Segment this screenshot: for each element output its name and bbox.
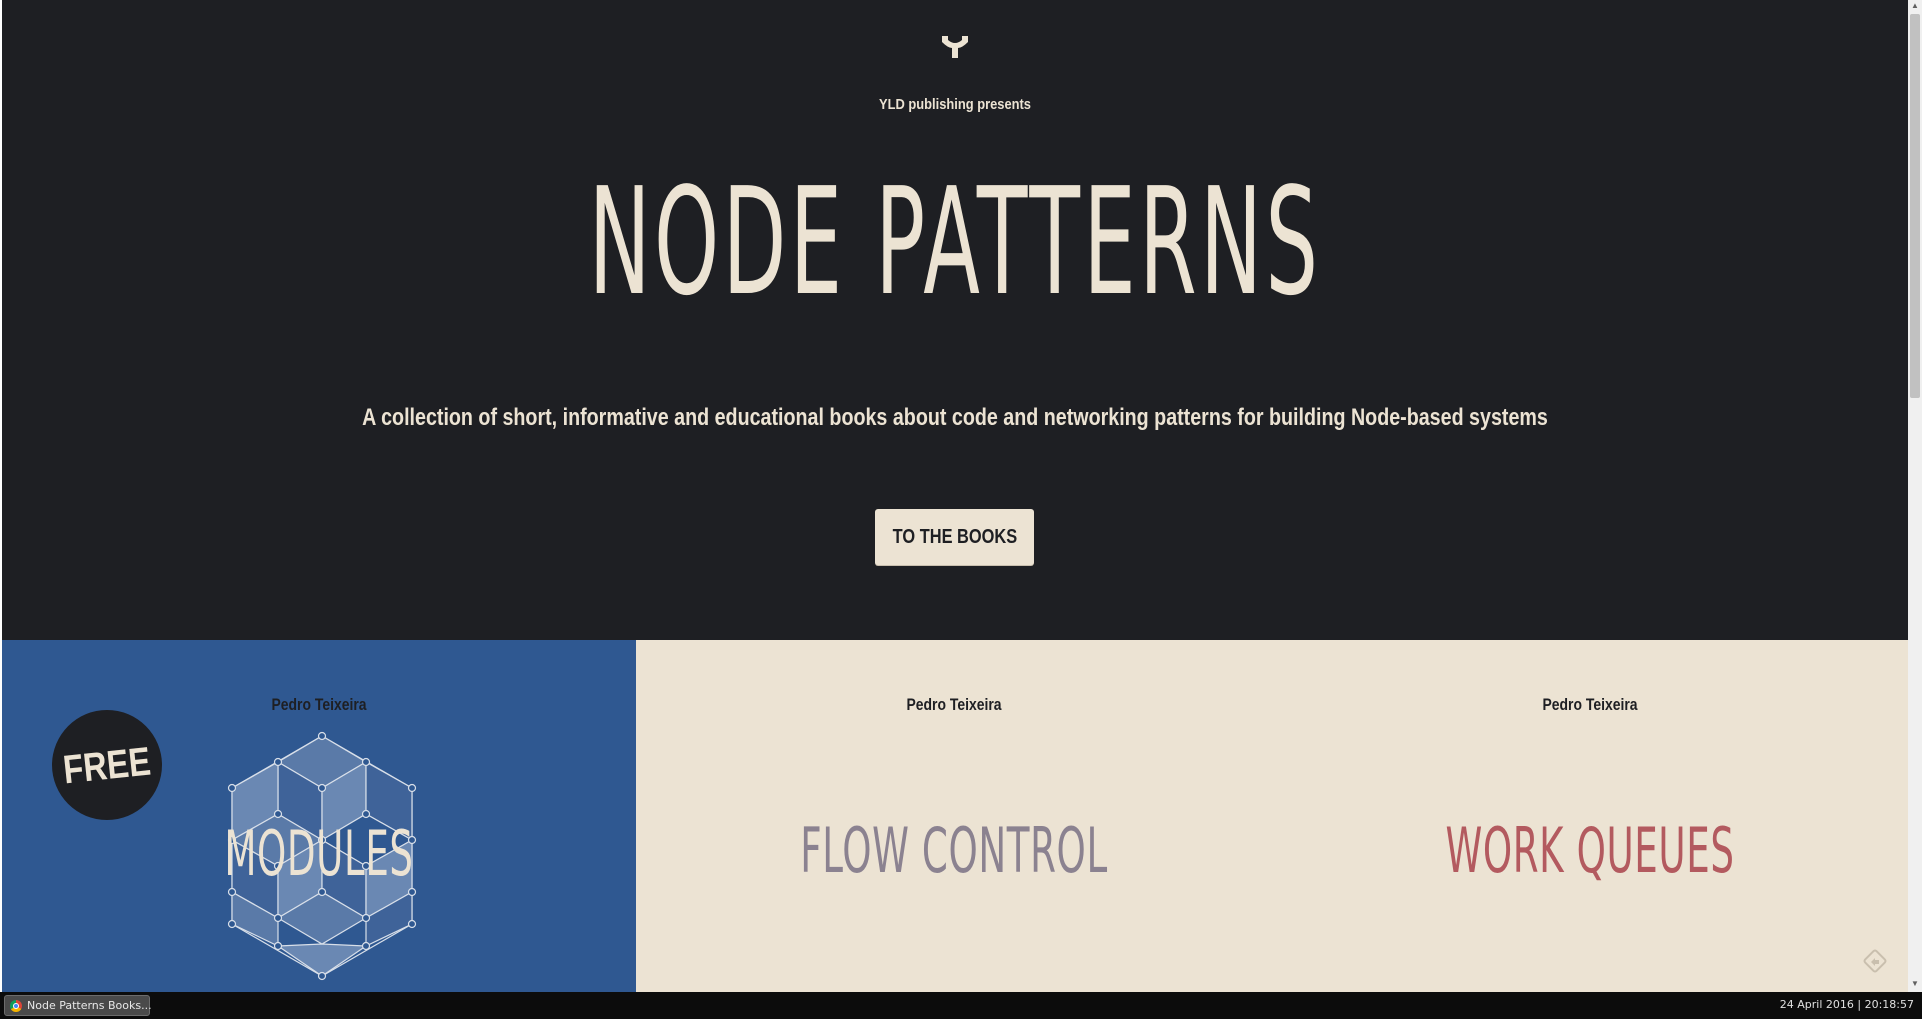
share-icon[interactable] (1862, 948, 1888, 974)
book-card-work-queues[interactable]: Pedro Teixeira WORK QUEUES (1272, 640, 1908, 992)
chrome-icon (10, 1000, 22, 1012)
book-card-flow-control[interactable]: Pedro Teixeira FLOW CONTROL (636, 640, 1272, 992)
taskbar-window-label: Node Patterns Books... (27, 999, 152, 1012)
free-badge-label: FREE (61, 739, 153, 793)
yld-logo-icon[interactable] (942, 36, 968, 58)
book-author: Pedro Teixeira (1542, 695, 1638, 714)
window-edge (0, 0, 2, 992)
page-title: NODE PATTERNS (588, 156, 1322, 328)
free-badge: FREE (52, 710, 162, 820)
browser-viewport: YLD publishing presents NODE PATTERNS A … (2, 0, 1908, 992)
books-section: Pedro Teixeira FREE MODULES Pedro Teixei… (2, 640, 1908, 992)
scroll-thumb[interactable] (1910, 14, 1920, 398)
book-title: WORK QUEUES (1445, 814, 1735, 887)
scroll-down-arrow-icon[interactable]: ▼ (1908, 978, 1922, 990)
taskbar-window-button[interactable]: Node Patterns Books... (4, 995, 152, 1016)
scroll-up-arrow-icon[interactable]: ▲ (1908, 0, 1922, 12)
vertical-scrollbar[interactable]: ▲ ▼ (1908, 0, 1922, 992)
publisher-line: YLD publishing presents (879, 96, 1031, 113)
taskbar-clock: 24 April 2016 | 20:18:57 (1779, 998, 1914, 1011)
book-title: MODULES (224, 817, 414, 890)
book-title: FLOW CONTROL (800, 814, 1108, 887)
taskbar: Node Patterns Books... 24 April 2016 | 2… (0, 992, 1922, 1019)
to-the-books-button[interactable]: TO THE BOOKS (875, 509, 1034, 565)
book-author: Pedro Teixeira (906, 695, 1002, 714)
book-card-modules[interactable]: Pedro Teixeira FREE MODULES (2, 640, 636, 992)
hero-section: YLD publishing presents NODE PATTERNS A … (2, 0, 1908, 640)
book-author: Pedro Teixeira (271, 695, 367, 714)
to-the-books-label: TO THE BOOKS (892, 525, 1017, 548)
tagline: A collection of short, informative and e… (362, 404, 1548, 431)
